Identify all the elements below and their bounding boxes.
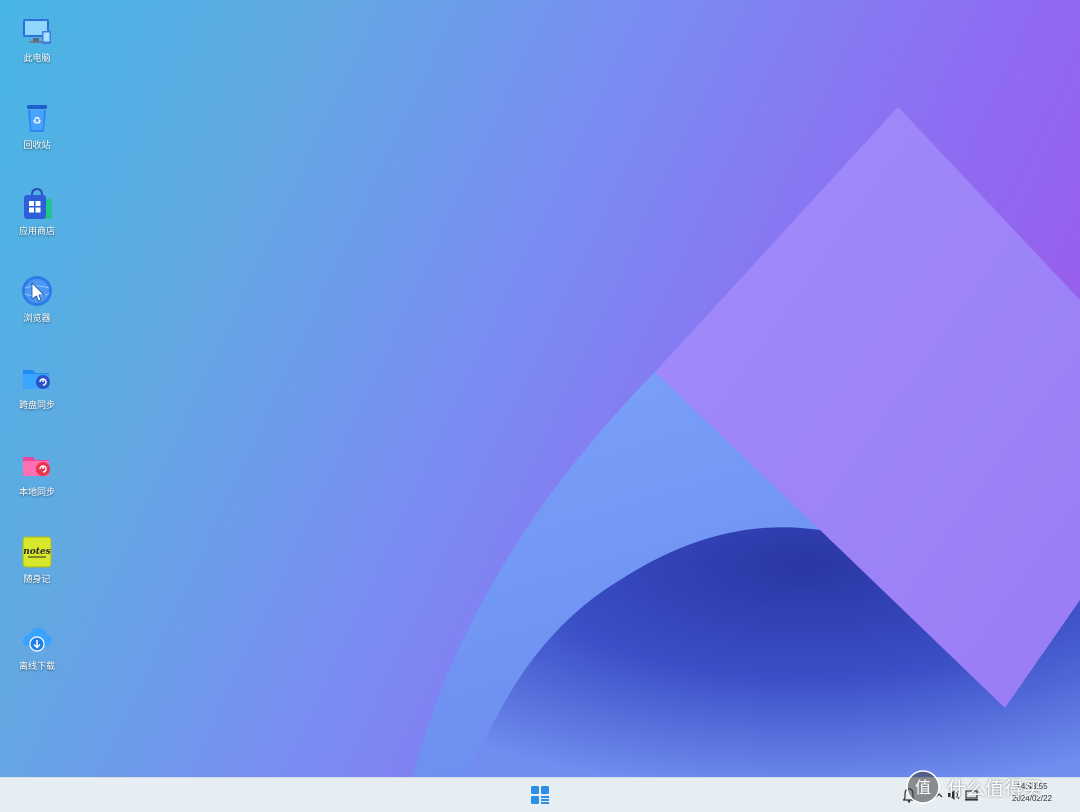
- desktop-icon-label: 此电脑: [23, 54, 51, 64]
- desktop-icon-label: 应用商店: [18, 227, 55, 237]
- desktop-icon-notes[interactable]: notes 随身记: [6, 535, 68, 585]
- desktop-icon-local-sync[interactable]: 本地同步: [6, 448, 68, 498]
- desktop-icon-recycle-bin[interactable]: ♻ 回收站: [6, 101, 68, 151]
- desktop-icon-offline-download[interactable]: 离线下载: [6, 622, 68, 672]
- recycle-bin-icon: ♻: [27, 105, 47, 132]
- app-store-icon: [24, 187, 52, 219]
- start-menu-icon[interactable]: [530, 785, 550, 805]
- desktop-icon-label: 随身记: [23, 575, 51, 585]
- watermark: 值 什么值得买: [905, 766, 1075, 808]
- desktop-wallpaper: [412, 107, 1080, 778]
- desktop-icon-cross-disk-sync[interactable]: 跨盘同步: [6, 361, 68, 411]
- desktop-icon-this-pc[interactable]: 此电脑: [6, 14, 68, 64]
- svg-text:♻: ♻: [33, 116, 42, 127]
- svg-text:notes: notes: [23, 547, 51, 557]
- computer-icon: [23, 19, 51, 44]
- svg-text:值: 值: [915, 778, 931, 797]
- desktop-icon-app-store[interactable]: 应用商店: [6, 187, 68, 237]
- desktop-icon-label: 本地同步: [18, 488, 55, 498]
- watermark-logo: 值: [906, 770, 940, 804]
- watermark-text: 什么值得买: [947, 777, 1043, 800]
- desktop-icon-label: 跨盘同步: [18, 401, 55, 411]
- local-sync-icon: [23, 457, 50, 476]
- desktop-icon-label: 回收站: [23, 141, 51, 151]
- desktop-icon-label: 浏览器: [23, 314, 51, 324]
- notes-icon: notes: [22, 536, 52, 568]
- browser-icon: [22, 276, 52, 306]
- desktop-icon-label: 离线下载: [18, 662, 55, 672]
- offline-download-icon: [22, 628, 52, 652]
- cross-disk-sync-icon: [23, 370, 50, 389]
- desktop-icon-browser[interactable]: 浏览器: [6, 274, 68, 324]
